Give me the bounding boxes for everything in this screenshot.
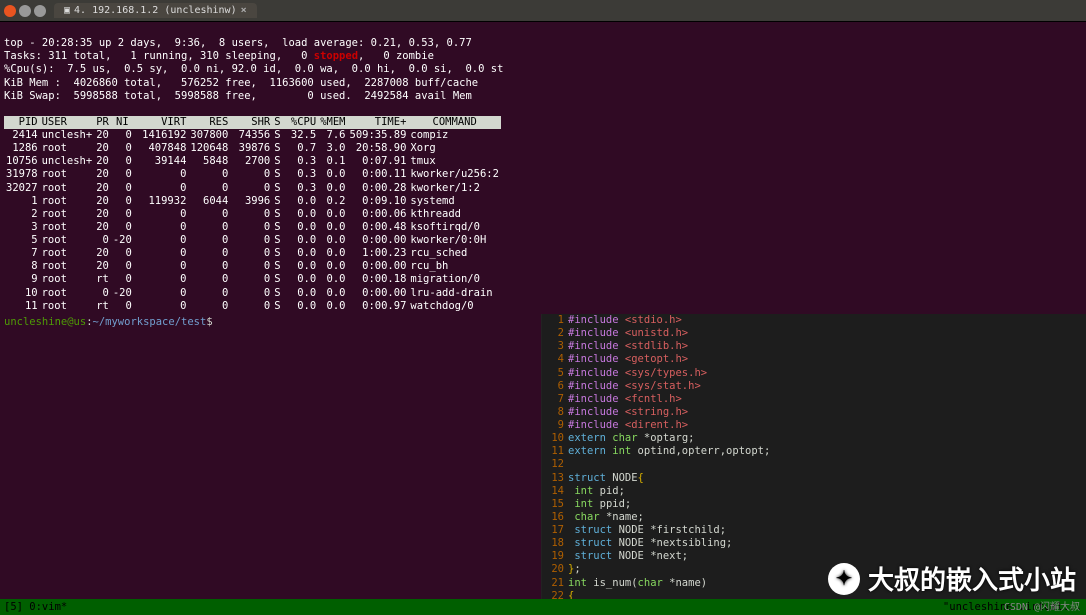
table-row[interactable]: 11root rt 0 0 0 0S 0.0 0.0 0:00.97watchd… [4,300,501,313]
window-controls [4,5,46,17]
code-line[interactable]: 8#include <string.h> [542,406,1086,419]
code-line[interactable]: 12 [542,458,1086,471]
table-row[interactable]: 2root 20 0 0 0 0S 0.0 0.0 0:00.06kthread… [4,208,501,221]
close-button[interactable] [4,5,16,17]
terminal-tab[interactable]: ▣ 4. 192.168.1.2 (uncleshinw) × [54,3,257,18]
code-line[interactable]: 2#include <unistd.h> [542,327,1086,340]
code-line[interactable]: 17 struct NODE *firstchild; [542,524,1086,537]
code-line[interactable]: 11extern int optind,opterr,optopt; [542,445,1086,458]
table-row[interactable]: 32027root 20 0 0 0 0S 0.3 0.0 0:00.28kwo… [4,182,501,195]
col-header: TIME+ [348,116,409,129]
top-summary: top - 20:28:35 up 2 days, 9:36, 8 users,… [4,37,1082,103]
wechat-icon: ✦ [828,563,860,595]
table-row[interactable]: 10756unclesh+20 0 39144 5848 2700S 0.3 0… [4,155,501,168]
code-line[interactable]: 14 int pid; [542,485,1086,498]
code-line[interactable]: 5#include <sys/types.h> [542,367,1086,380]
code-line[interactable]: 4#include <getopt.h> [542,353,1086,366]
table-row[interactable]: 1root 20 0 119932 6044 3996S 0.0 0.2 0:0… [4,195,501,208]
code-line[interactable]: 9#include <dirent.h> [542,419,1086,432]
table-row[interactable]: 3root 20 0 0 0 0S 0.0 0.0 0:00.48ksoftir… [4,221,501,234]
code-line[interactable]: 7#include <fcntl.h> [542,393,1086,406]
code-line[interactable]: 10extern char *optarg; [542,432,1086,445]
minimize-button[interactable] [19,5,31,17]
table-row[interactable]: 9root rt 0 0 0 0S 0.0 0.0 0:00.18migrati… [4,273,501,286]
col-header: S [272,116,282,129]
col-header: USER [40,116,95,129]
shell-pane[interactable]: uncleshine@us:~/myworkspace/test$ [0,314,542,599]
code-line[interactable]: 13struct NODE{ [542,472,1086,485]
table-row[interactable]: 5root 0-20 0 0 0S 0.0 0.0 0:00.00kworker… [4,234,501,247]
col-header: PR [94,116,111,129]
process-table: PIDUSER PRNI VIRT RES SHRS %CPU%MEM TIME… [4,116,501,314]
tmux-left: [5] 0:vim* [4,601,67,613]
table-body: 2414unclesh+20 0 1416192307800 74356S 32… [4,129,501,314]
code-line[interactable]: 18 struct NODE *nextsibling; [542,537,1086,550]
table-row[interactable]: 2414unclesh+20 0 1416192307800 74356S 32… [4,129,501,142]
table-row[interactable]: 1286root 20 0 407848120648 39876S 0.7 3.… [4,142,501,155]
prompt-path: ~/myworkspace/test [93,316,207,328]
col-header: VIRT [134,116,189,129]
table-row[interactable]: 7root 20 0 0 0 0S 0.0 0.0 1:00.23rcu_sch… [4,247,501,260]
titlebar: ▣ 4. 192.168.1.2 (uncleshinw) × [0,0,1086,22]
code-editor[interactable]: 1#include <stdio.h>2#include <unistd.h>3… [542,314,1086,599]
col-header: %CPU [283,116,319,129]
code-line[interactable]: 1#include <stdio.h> [542,314,1086,327]
col-header: PID [4,116,40,129]
terminal-icon: ▣ [64,5,70,16]
code-line[interactable]: 16 char *name; [542,511,1086,524]
table-row[interactable]: 31978root 20 0 0 0 0S 0.3 0.0 0:00.11kwo… [4,168,501,181]
code-line[interactable]: 3#include <stdlib.h> [542,340,1086,353]
col-header: SHR [230,116,272,129]
csdn-watermark: CSDN @闪耀大叔 [1004,598,1080,613]
tmux-status: [5] 0:vim* "uncleshine-virtual... [0,599,1086,615]
top-pane[interactable]: top - 20:28:35 up 2 days, 9:36, 8 users,… [0,22,1086,314]
tab-title: 4. 192.168.1.2 (uncleshinw) [74,5,237,16]
col-header: %MEM [318,116,347,129]
col-header: NI [111,116,134,129]
code-line[interactable]: 15 int ppid; [542,498,1086,511]
table-row[interactable]: 10root 0-20 0 0 0S 0.0 0.0 0:00.00lru-ad… [4,287,501,300]
code-line[interactable]: 6#include <sys/stat.h> [542,380,1086,393]
col-header: COMMAND [408,116,501,129]
table-header: PIDUSER PRNI VIRT RES SHRS %CPU%MEM TIME… [4,116,501,129]
vim-pane[interactable]: 1#include <stdio.h>2#include <unistd.h>3… [542,314,1086,599]
watermark: ✦ 大叔的嵌入式小站 [828,560,1076,597]
maximize-button[interactable] [34,5,46,17]
col-header: RES [188,116,230,129]
prompt-user: uncleshine@us [4,316,86,328]
close-tab-icon[interactable]: × [241,5,247,16]
table-row[interactable]: 8root 20 0 0 0 0S 0.0 0.0 0:00.00rcu_bh [4,260,501,273]
